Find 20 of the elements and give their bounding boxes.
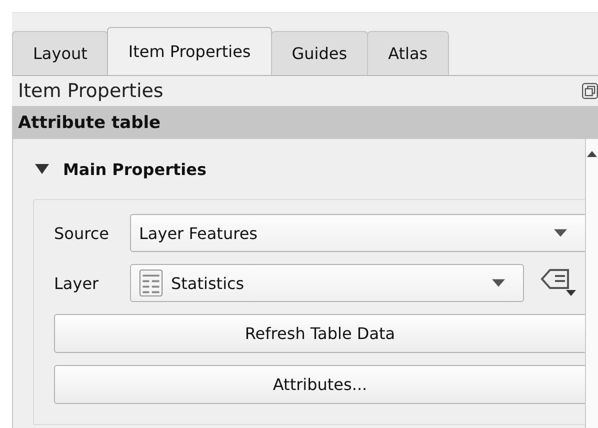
layer-dropdown[interactable]: Statistics	[130, 264, 524, 302]
tab[interactable]: Item Properties	[107, 27, 272, 75]
tab[interactable]: Layout	[12, 31, 108, 75]
float-icon[interactable]	[582, 83, 598, 99]
scroll-up-icon[interactable]	[587, 151, 597, 157]
table-icon	[139, 269, 163, 297]
item-header: Attribute table	[12, 106, 598, 139]
panel-title: Item Properties	[18, 80, 164, 102]
group-title: Main Properties	[63, 160, 206, 178]
tab[interactable]: Guides	[270, 31, 368, 75]
source-dropdown[interactable]: Layer Features	[130, 214, 585, 252]
action-button[interactable]: Refresh Table Data	[54, 314, 585, 353]
scrollbar[interactable]	[585, 139, 598, 428]
field-label: Layer	[54, 274, 100, 292]
field-label: Source	[54, 224, 110, 242]
collapse-icon[interactable]	[35, 164, 49, 174]
tab[interactable]: Atlas	[367, 31, 449, 75]
caret-icon	[554, 229, 567, 237]
action-button[interactable]: Attributes...	[54, 365, 585, 404]
caret-icon	[492, 279, 505, 287]
